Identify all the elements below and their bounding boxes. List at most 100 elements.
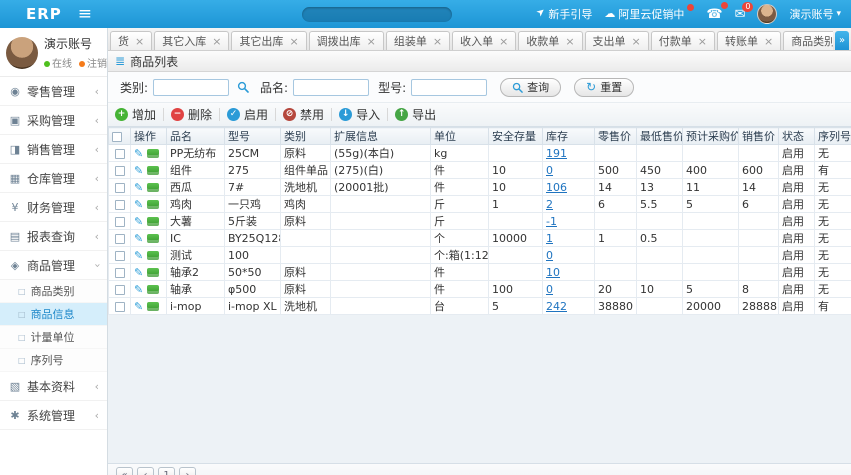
guide-link[interactable]: ➤ 新手引导 — [537, 6, 592, 22]
edit-icon[interactable]: ✎ — [134, 300, 143, 313]
tab-close-icon[interactable]: × — [135, 36, 144, 47]
sidebar-item[interactable]: ▤报表查询‹ — [0, 222, 107, 251]
tab-close-icon[interactable]: × — [289, 36, 298, 47]
stock-link[interactable]: 0 — [546, 249, 553, 262]
label-icon[interactable] — [147, 217, 159, 226]
global-search-input[interactable] — [302, 7, 452, 22]
row-checkbox[interactable] — [115, 183, 125, 193]
sidebar-subitem[interactable]: □计量单位 — [0, 326, 107, 349]
sidebar-item[interactable]: ◨销售管理‹ — [0, 135, 107, 164]
edit-icon[interactable]: ✎ — [134, 215, 143, 228]
tab-close-icon[interactable]: × — [565, 36, 574, 47]
tab-收入单[interactable]: 收入单× — [452, 31, 516, 50]
label-icon[interactable] — [147, 285, 159, 294]
tab-close-icon[interactable]: × — [367, 36, 376, 47]
label-icon[interactable] — [147, 183, 159, 192]
label-icon[interactable] — [147, 268, 159, 277]
label-icon[interactable] — [147, 149, 159, 158]
tab-close-icon[interactable]: × — [212, 36, 221, 47]
sidebar-item[interactable]: ◉零售管理‹ — [0, 77, 107, 106]
toolbar-button[interactable]: +增加 — [115, 106, 156, 123]
stock-link[interactable]: -1 — [546, 215, 557, 228]
sidebar-item[interactable]: ▣采购管理‹ — [0, 106, 107, 135]
toolbar-button[interactable]: −删除 — [171, 106, 212, 123]
edit-icon[interactable]: ✎ — [134, 181, 143, 194]
pager-button[interactable]: « — [116, 467, 133, 475]
reset-button[interactable]: ↻ 重置 — [574, 78, 634, 97]
label-icon[interactable] — [147, 234, 159, 243]
sidebar-item[interactable]: ▦仓库管理‹ — [0, 164, 107, 193]
stock-link[interactable]: 2 — [546, 198, 553, 211]
sidebar-subitem[interactable]: □序列号 — [0, 349, 107, 372]
edit-icon[interactable]: ✎ — [134, 283, 143, 296]
row-checkbox[interactable] — [115, 234, 125, 244]
toolbar-button[interactable]: ✓启用 — [227, 106, 268, 123]
edit-icon[interactable]: ✎ — [134, 147, 143, 160]
sidebar-item[interactable]: ◈商品管理‹ — [0, 251, 107, 280]
label-icon[interactable] — [147, 200, 159, 209]
promo-link[interactable]: ☁ 阿里云促销中 — [604, 6, 694, 22]
edit-icon[interactable]: ✎ — [134, 198, 143, 211]
label-icon[interactable] — [147, 251, 159, 260]
row-checkbox[interactable] — [115, 302, 125, 312]
pager-button[interactable]: ‹ — [137, 467, 154, 475]
sidebar-item[interactable]: ✱系统管理‹ — [0, 401, 107, 430]
tab-货[interactable]: 货× — [110, 31, 152, 50]
tab-scroll-right-icon[interactable]: » — [835, 31, 849, 50]
topbar-avatar[interactable] — [757, 4, 777, 24]
edit-icon[interactable]: ✎ — [134, 232, 143, 245]
edit-icon[interactable]: ✎ — [134, 249, 143, 262]
tab-close-icon[interactable]: × — [764, 36, 773, 47]
tab-转账单[interactable]: 转账单× — [717, 31, 781, 50]
stock-link[interactable]: 1 — [546, 232, 553, 245]
name-input[interactable] — [293, 79, 369, 96]
tab-close-icon[interactable]: × — [632, 36, 641, 47]
tab-其它入库[interactable]: 其它入库× — [154, 31, 229, 50]
edit-icon[interactable]: ✎ — [134, 266, 143, 279]
row-checkbox[interactable] — [115, 285, 125, 295]
toolbar-button[interactable]: ↓导入 — [339, 106, 380, 123]
stock-link[interactable]: 10 — [546, 266, 560, 279]
tab-支出单[interactable]: 支出单× — [585, 31, 649, 50]
service-icon[interactable]: ☎ — [706, 8, 722, 21]
user-avatar[interactable] — [6, 37, 38, 69]
stock-link[interactable]: 106 — [546, 181, 567, 194]
menu-toggle-icon[interactable]: ≡ — [78, 6, 92, 23]
sidebar-subitem[interactable]: □商品类别 — [0, 280, 107, 303]
tab-付款单[interactable]: 付款单× — [651, 31, 715, 50]
mail-icon[interactable]: ✉0 — [735, 8, 746, 21]
sidebar-item[interactable]: ¥财务管理‹ — [0, 193, 107, 222]
stock-link[interactable]: 0 — [546, 283, 553, 296]
label-icon[interactable] — [147, 302, 159, 311]
category-lookup-icon[interactable] — [234, 79, 251, 96]
label-icon[interactable] — [147, 166, 159, 175]
stock-link[interactable]: 191 — [546, 147, 567, 160]
sidebar-subitem[interactable]: □商品信息 — [0, 303, 107, 326]
pager-button[interactable]: › — [179, 467, 196, 475]
tab-close-icon[interactable]: × — [499, 36, 508, 47]
category-input[interactable] — [153, 79, 229, 96]
stock-link[interactable]: 242 — [546, 300, 567, 313]
query-button[interactable]: 查询 — [500, 78, 561, 97]
tab-close-icon[interactable]: × — [433, 36, 442, 47]
tab-商品类别[interactable]: 商品类别× — [783, 31, 833, 50]
row-checkbox[interactable] — [115, 268, 125, 278]
toolbar-button[interactable]: ⊘禁用 — [283, 106, 324, 123]
tab-收款单[interactable]: 收款单× — [518, 31, 582, 50]
logout-link[interactable]: 注销 — [79, 55, 107, 70]
tab-组装单[interactable]: 组装单× — [386, 31, 450, 50]
pager-button[interactable]: 1 — [158, 467, 175, 475]
tab-调拨出库[interactable]: 调拨出库× — [309, 31, 384, 50]
row-checkbox[interactable] — [115, 149, 125, 159]
select-all-checkbox[interactable] — [112, 132, 122, 142]
row-checkbox[interactable] — [115, 217, 125, 227]
row-checkbox[interactable] — [115, 166, 125, 176]
row-checkbox[interactable] — [115, 251, 125, 261]
stock-link[interactable]: 0 — [546, 164, 553, 177]
row-checkbox[interactable] — [115, 200, 125, 210]
sidebar-item[interactable]: ▧基本资料‹ — [0, 372, 107, 401]
edit-icon[interactable]: ✎ — [134, 164, 143, 177]
account-menu[interactable]: 演示账号 ▾ — [789, 6, 841, 22]
tab-close-icon[interactable]: × — [698, 36, 707, 47]
tab-其它出库[interactable]: 其它出库× — [231, 31, 306, 50]
